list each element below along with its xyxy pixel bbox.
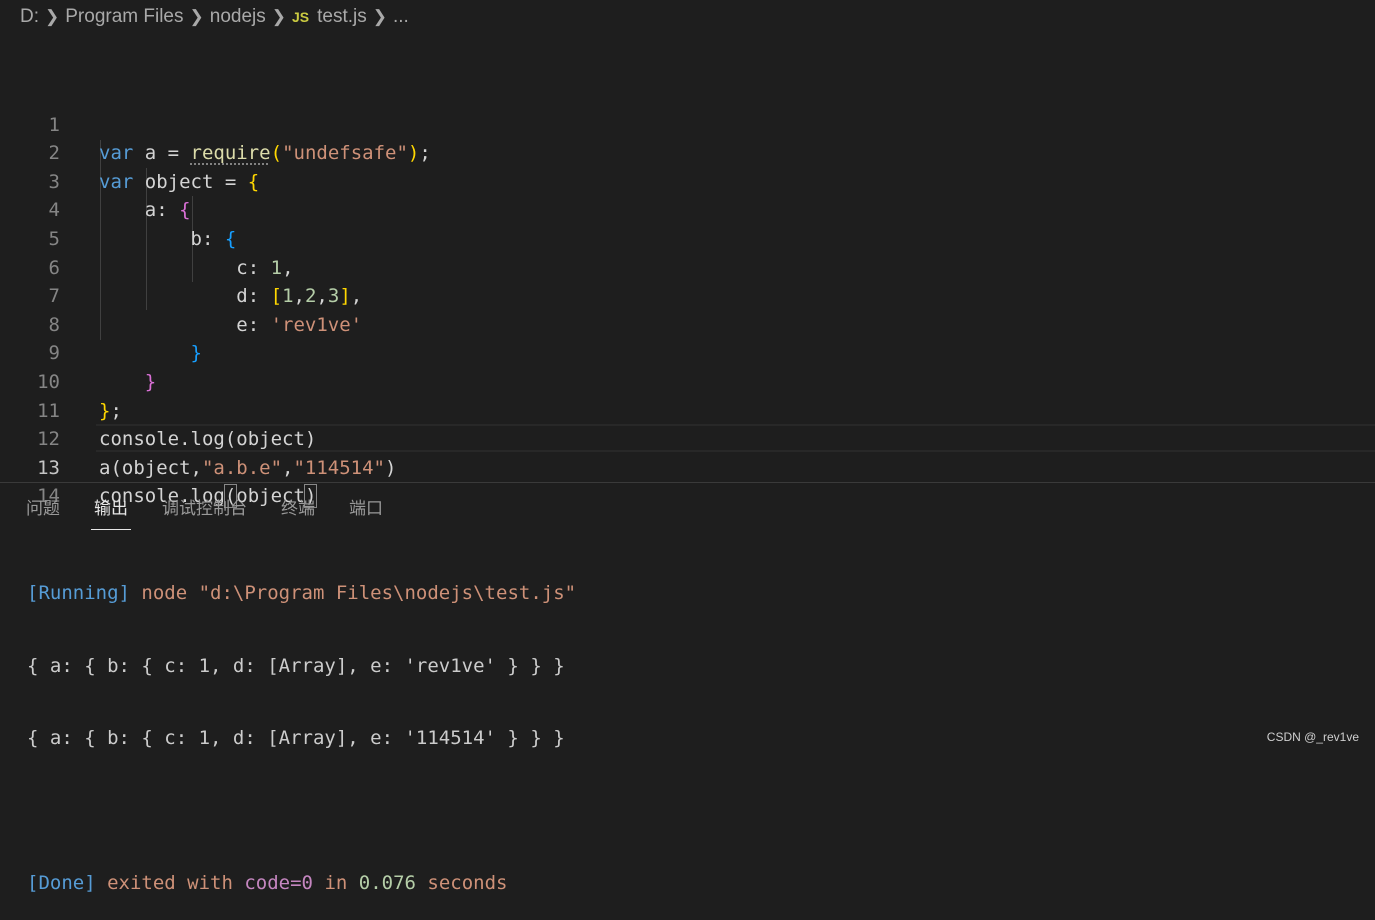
code-line: 3 a: {: [0, 139, 1375, 222]
output-line: { a: { b: { c: 1, d: [Array], e: 'rev1ve…: [27, 654, 565, 677]
code-line: 8 }: [0, 282, 1375, 365]
code-line: 2 var object = {: [0, 111, 1375, 193]
code-line: 7 e: 'rev1ve': [0, 254, 1375, 336]
tab-output[interactable]: 输出: [91, 488, 131, 530]
breadcrumb-item-program-files[interactable]: Program Files: [65, 6, 183, 28]
chevron-right-icon: ❯: [372, 7, 387, 26]
javascript-file-icon: JS: [292, 9, 310, 25]
code-editor[interactable]: 1 var a = require("undefsafe"); 2 var ob…: [0, 82, 1375, 509]
output-line-blank: [27, 797, 576, 826]
output-line: [Running] node "d:\Program Files\nodejs\…: [27, 582, 577, 604]
chevron-right-icon: ❯: [45, 7, 60, 26]
output-panel[interactable]: [Running] node "d:\Program Files\nodejs\…: [27, 535, 576, 920]
code-line: 4 b: {: [0, 168, 1375, 250]
tab-problems[interactable]: 问题: [26, 488, 60, 530]
code-line: 6 d: [1,2,3],: [0, 225, 1375, 308]
tab-ports[interactable]: 端口: [349, 488, 383, 530]
panel-tabs: 问题 输出 调试控制台 终端 端口: [0, 488, 391, 530]
watermark: CSDN @_rev1ve: [1266, 730, 1359, 744]
tab-debug-console[interactable]: 调试控制台: [162, 488, 247, 530]
code-line: 5 c: 1,: [0, 196, 1375, 279]
tab-terminal[interactable]: 终端: [281, 488, 315, 530]
breadcrumb: D: ❯ Program Files ❯ nodejs ❯ JS test.js…: [0, 0, 1375, 34]
code-line: 9 }: [0, 311, 1375, 393]
panel-divider: [0, 482, 1375, 483]
output-line: [Done] exited with code=0 in 0.076 secon…: [27, 872, 508, 894]
code-line: 1 var a = require("undefsafe");: [0, 82, 1375, 165]
breadcrumb-item-drive[interactable]: D:: [20, 6, 39, 28]
chevron-right-icon: ❯: [189, 7, 204, 26]
output-line: { a: { b: { c: 1, d: [Array], e: '114514…: [27, 727, 565, 749]
code-line-active: 13 console.log(object): [0, 425, 1375, 509]
breadcrumb-item-file[interactable]: test.js: [317, 6, 367, 28]
code-line: 12 a(object,"a.b.e","114514"): [0, 397, 1375, 479]
chevron-right-icon: ❯: [271, 7, 286, 26]
breadcrumb-item-symbols[interactable]: ...: [393, 6, 409, 28]
code-line: 14: [0, 454, 1375, 507]
code-line: 10 };: [0, 339, 1375, 422]
breadcrumb-item-nodejs[interactable]: nodejs: [210, 6, 266, 28]
code-line: 11 console.log(object): [0, 368, 1375, 451]
